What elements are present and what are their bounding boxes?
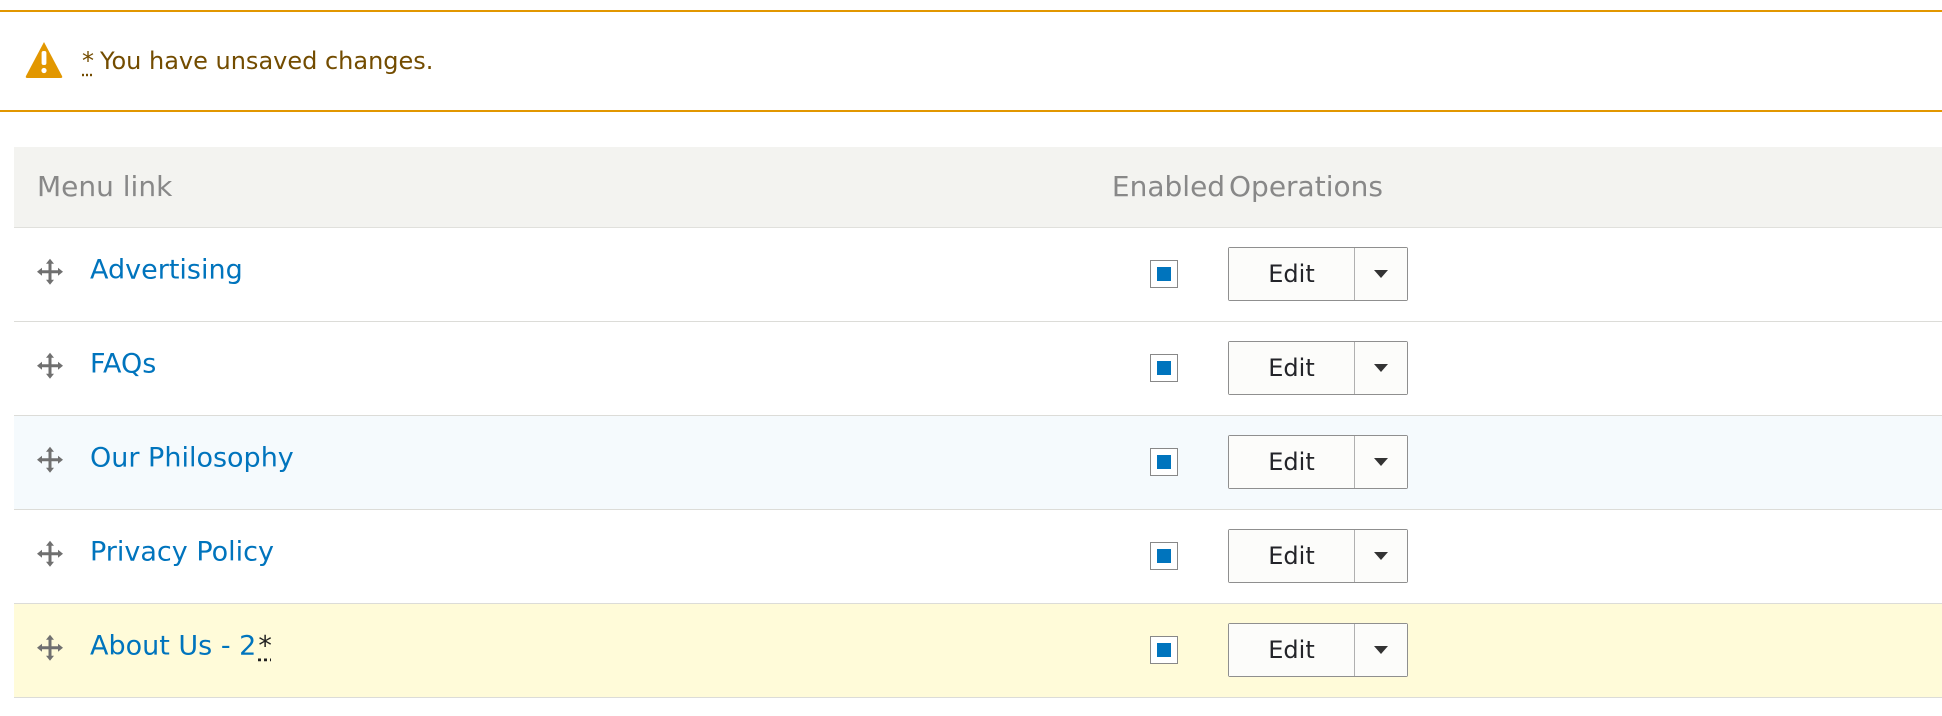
menu-link-privacy-policy[interactable]: Privacy Policy xyxy=(90,537,274,567)
operations-cell: Edit xyxy=(1228,415,1942,509)
enabled-cell xyxy=(1108,227,1229,321)
menu-link-about-us-2-label[interactable]: About Us - 2 xyxy=(90,630,256,661)
operations-cell: Edit xyxy=(1228,509,1942,603)
enabled-cell xyxy=(1108,321,1229,415)
operations-cell: Edit xyxy=(1228,603,1942,697)
edit-button[interactable]: Edit xyxy=(1229,436,1355,488)
operations-button-group: Edit xyxy=(1228,529,1408,583)
chevron-down-icon xyxy=(1374,364,1388,372)
warning-message: * You have unsaved changes. xyxy=(82,47,433,75)
enabled-cell xyxy=(1108,509,1229,603)
enabled-checkbox[interactable] xyxy=(1149,354,1178,382)
menu-link-column-header: Menu link xyxy=(37,170,173,204)
operations-button-group: Edit xyxy=(1228,247,1408,301)
menu-link-cell: Advertising xyxy=(14,227,1108,321)
drag-handle-icon[interactable] xyxy=(36,540,64,568)
operations-column-header: Operations xyxy=(1229,170,1383,204)
operations-button-group: Edit xyxy=(1228,341,1408,395)
drag-handle-icon[interactable] xyxy=(36,634,64,662)
table-row: Privacy Policy Edit xyxy=(14,509,1942,603)
edit-button[interactable]: Edit xyxy=(1229,530,1355,582)
menu-link-our-philosophy[interactable]: Our Philosophy xyxy=(90,443,294,473)
menu-link-faqs[interactable]: FAQs xyxy=(90,349,156,379)
menu-link-cell: FAQs xyxy=(14,321,1108,415)
chevron-down-icon xyxy=(1374,646,1388,654)
unsaved-changes-warning: * You have unsaved changes. xyxy=(0,10,1942,112)
edit-button[interactable]: Edit xyxy=(1229,624,1355,676)
operations-dropdown-button[interactable] xyxy=(1355,436,1407,488)
menu-link-advertising[interactable]: Advertising xyxy=(90,255,243,285)
chevron-down-icon xyxy=(1374,270,1388,278)
menu-edit-page: * You have unsaved changes. Menu link Ena… xyxy=(0,0,1942,716)
chevron-down-icon xyxy=(1374,552,1388,560)
operations-dropdown-button[interactable] xyxy=(1355,342,1407,394)
operations-button-group: Edit xyxy=(1228,623,1408,677)
changed-row-marker: * xyxy=(258,630,272,662)
operations-cell: Edit xyxy=(1228,321,1942,415)
table-row: Our Philosophy Edit xyxy=(14,415,1942,509)
menu-link-about-us-2: About Us - 2* xyxy=(90,631,272,661)
menu-link-cell: Privacy Policy xyxy=(14,509,1108,603)
table-row: FAQs Edit xyxy=(14,321,1942,415)
operations-button-group: Edit xyxy=(1228,435,1408,489)
table-row: Advertising Edit xyxy=(14,227,1942,321)
chevron-down-icon xyxy=(1374,458,1388,466)
enabled-column-header: Enabled xyxy=(1111,170,1226,204)
warning-message-text: You have unsaved changes. xyxy=(100,47,434,75)
enabled-checkbox[interactable] xyxy=(1149,448,1178,476)
menu-link-cell: About Us - 2* xyxy=(14,603,1108,697)
operations-dropdown-button[interactable] xyxy=(1355,530,1407,582)
enabled-cell xyxy=(1108,415,1229,509)
edit-button[interactable]: Edit xyxy=(1229,342,1355,394)
operations-cell: Edit xyxy=(1228,227,1942,321)
enabled-checkbox[interactable] xyxy=(1149,636,1178,664)
drag-handle-icon[interactable] xyxy=(36,258,64,286)
menu-link-cell: Our Philosophy xyxy=(14,415,1108,509)
enabled-checkbox[interactable] xyxy=(1149,542,1178,570)
operations-dropdown-button[interactable] xyxy=(1355,248,1407,300)
unsaved-marker: * xyxy=(82,47,94,75)
warning-icon xyxy=(25,42,63,78)
enabled-checkbox[interactable] xyxy=(1149,260,1178,288)
table-row: About Us - 2* Edit xyxy=(14,603,1942,697)
enabled-cell xyxy=(1108,603,1229,697)
drag-handle-icon[interactable] xyxy=(36,446,64,474)
edit-button[interactable]: Edit xyxy=(1229,248,1355,300)
table-header: Menu link Enabled Operations xyxy=(14,147,1942,227)
menu-links-table: Menu link Enabled Operations Advertising xyxy=(14,147,1942,698)
drag-handle-icon[interactable] xyxy=(36,352,64,380)
operations-dropdown-button[interactable] xyxy=(1355,624,1407,676)
